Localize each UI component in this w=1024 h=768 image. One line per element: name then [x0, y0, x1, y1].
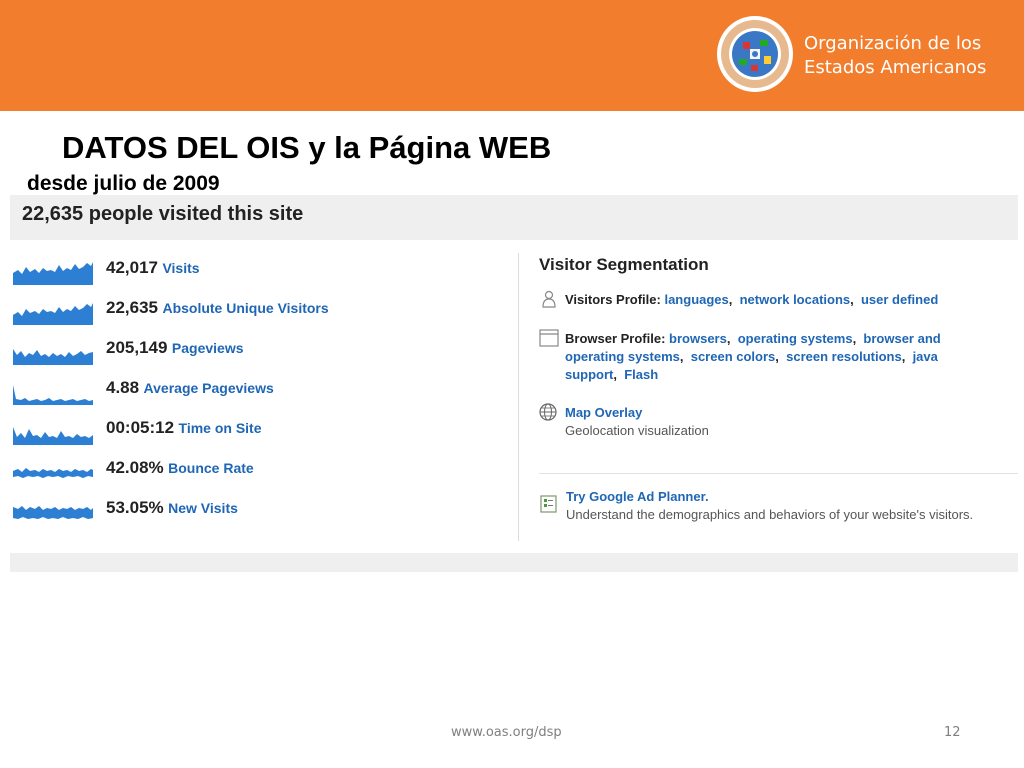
column-divider — [518, 253, 519, 541]
sparkline-visits — [13, 262, 93, 285]
analytics-header-bar: 22,635 people visited this site — [10, 195, 1018, 240]
person-icon — [542, 290, 556, 308]
section-divider — [539, 473, 1018, 474]
link-browsers[interactable]: browsers — [669, 331, 727, 346]
metric-value: 4.88 — [106, 378, 140, 397]
metric-value: 42.08% — [106, 458, 164, 477]
segmentation-title: Visitor Segmentation — [539, 255, 709, 274]
org-name-line2: Estados Americanos — [804, 57, 987, 78]
metric-value: 22,635 — [106, 298, 158, 317]
metric-value: 205,149 — [106, 338, 168, 357]
ad-planner-desc: Understand the demographics and behavior… — [566, 507, 974, 522]
map-overlay-desc: Geolocation visualization — [565, 423, 709, 438]
visitors-profile: Visitors Profile: languages, network loc… — [565, 292, 939, 307]
sparkline-bounce-rate — [13, 468, 93, 485]
header-banner: Organización de los Estados Americanos — [0, 0, 1024, 111]
browser-profile-label: Browser Profile: — [565, 331, 666, 346]
link-user-defined[interactable]: user defined — [861, 292, 938, 307]
sparkline-average-pageviews — [13, 385, 93, 405]
link-map-overlay[interactable]: Map Overlay — [565, 404, 965, 422]
metric-label-time-on-site[interactable]: Time on Site — [179, 420, 262, 436]
metric-value: 53.05% — [106, 498, 164, 517]
metric-label-new-visits[interactable]: New Visits — [168, 500, 238, 516]
page-number: 12 — [944, 725, 961, 740]
metric-value: 42,017 — [106, 258, 158, 277]
metric-label-bounce-rate[interactable]: Bounce Rate — [168, 460, 254, 476]
metric-label-average-pageviews[interactable]: Average Pageviews — [144, 380, 274, 396]
sparkline-unique-visitors — [13, 303, 93, 325]
visitors-profile-label: Visitors Profile: — [565, 292, 661, 307]
link-screen-resolutions[interactable]: screen resolutions — [786, 349, 902, 364]
footer-url: www.oas.org/dsp — [451, 725, 562, 740]
next-section-bar — [10, 553, 1018, 572]
sparkline-time-on-site — [13, 427, 93, 445]
link-network-locations[interactable]: network locations — [740, 292, 851, 307]
link-screen-colors[interactable]: screen colors — [691, 349, 776, 364]
ad-planner-icon — [540, 495, 557, 513]
browser-window-icon — [539, 329, 559, 347]
sparkline-pageviews — [13, 349, 93, 365]
analytics-screenshot: 22,635 people visited this site 42,017 V… — [10, 195, 1018, 572]
ad-planner: Try Google Ad Planner. Understand the de… — [566, 488, 1016, 524]
metric-label-unique-visitors[interactable]: Absolute Unique Visitors — [162, 300, 328, 316]
metric-value: 00:05:12 — [106, 418, 175, 437]
globe-icon — [539, 403, 557, 421]
slide-subtitle: desde julio de 2009 — [27, 172, 220, 195]
link-languages[interactable]: languages — [664, 292, 728, 307]
link-flash[interactable]: Flash — [624, 367, 658, 382]
oas-seal-icon — [717, 16, 793, 92]
sparkline-new-visits — [13, 506, 93, 525]
browser-profile: Browser Profile: browsers, operating sys… — [565, 331, 941, 382]
metric-label-visits[interactable]: Visits — [162, 260, 199, 276]
metric-label-pageviews[interactable]: Pageviews — [172, 340, 244, 356]
organization-name: Organización de los Estados Americanos — [804, 32, 986, 80]
visitors-headline: 22,635 people visited this site — [22, 203, 304, 225]
map-overlay: Map Overlay Geolocation visualization — [565, 404, 965, 440]
slide-title: DATOS DEL OIS y la Página WEB — [62, 130, 552, 165]
link-ad-planner[interactable]: Try Google Ad Planner. — [566, 488, 1016, 506]
link-operating-systems[interactable]: operating systems — [738, 331, 853, 346]
org-name-line1: Organización de los — [804, 33, 982, 54]
